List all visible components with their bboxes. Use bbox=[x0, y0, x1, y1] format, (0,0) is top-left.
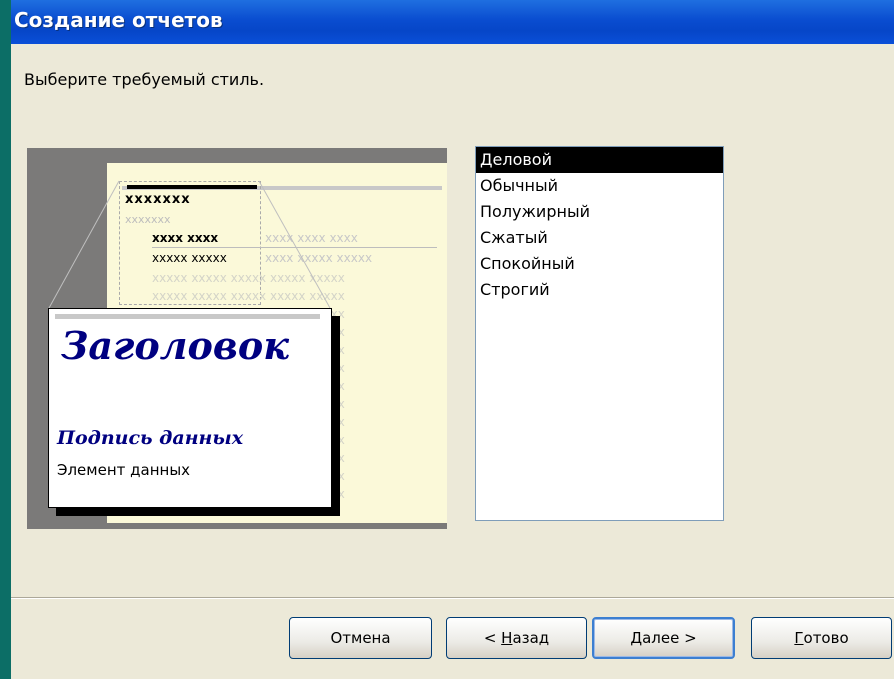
preview-data-label: Подпись данных bbox=[57, 427, 244, 449]
style-option-strict[interactable]: Строгий bbox=[476, 277, 723, 303]
style-option-compact[interactable]: Сжатый bbox=[476, 225, 723, 251]
finish-button[interactable]: Готово bbox=[751, 617, 892, 659]
style-option-calm[interactable]: Спокойный bbox=[476, 251, 723, 277]
instruction-text: Выберите требуемый стиль. bbox=[24, 70, 265, 89]
style-listbox[interactable]: Деловой Обычный Полужирный Сжатый Спокой… bbox=[475, 146, 724, 521]
back-button[interactable]: < Назад bbox=[446, 617, 587, 659]
cancel-button[interactable]: Отмена bbox=[289, 617, 432, 659]
next-button-mnemonic: Д bbox=[630, 629, 643, 647]
finish-button-mnemonic: Г bbox=[794, 629, 804, 647]
cancel-button-label: Отмена bbox=[330, 629, 391, 647]
button-separator bbox=[11, 597, 894, 599]
next-button-label: алее > bbox=[642, 629, 697, 647]
next-button[interactable]: Далее > bbox=[592, 617, 735, 659]
title-bar[interactable]: Создание отчетов bbox=[11, 0, 894, 44]
back-button-label: азад bbox=[512, 629, 550, 647]
back-button-mnemonic: Н bbox=[501, 629, 513, 647]
back-button-prefix: < bbox=[483, 629, 502, 647]
window-title: Создание отчетов bbox=[14, 8, 223, 32]
preview-zoom-callout: Заголовок Подпись данных Элемент данных bbox=[48, 308, 332, 508]
style-option-bold[interactable]: Полужирный bbox=[476, 199, 723, 225]
style-preview: xxxxxxx xxxxxxx xxxx xxxx xxxx xxxx xxxx… bbox=[27, 148, 447, 529]
style-option-normal[interactable]: Обычный bbox=[476, 173, 723, 199]
style-option-business[interactable]: Деловой bbox=[476, 147, 723, 173]
finish-button-label: отово bbox=[803, 629, 849, 647]
preview-heading: Заголовок bbox=[61, 323, 289, 368]
desktop-edge bbox=[0, 0, 11, 679]
preview-data-item: Элемент данных bbox=[57, 461, 191, 479]
callout-top-rule bbox=[55, 314, 320, 319]
